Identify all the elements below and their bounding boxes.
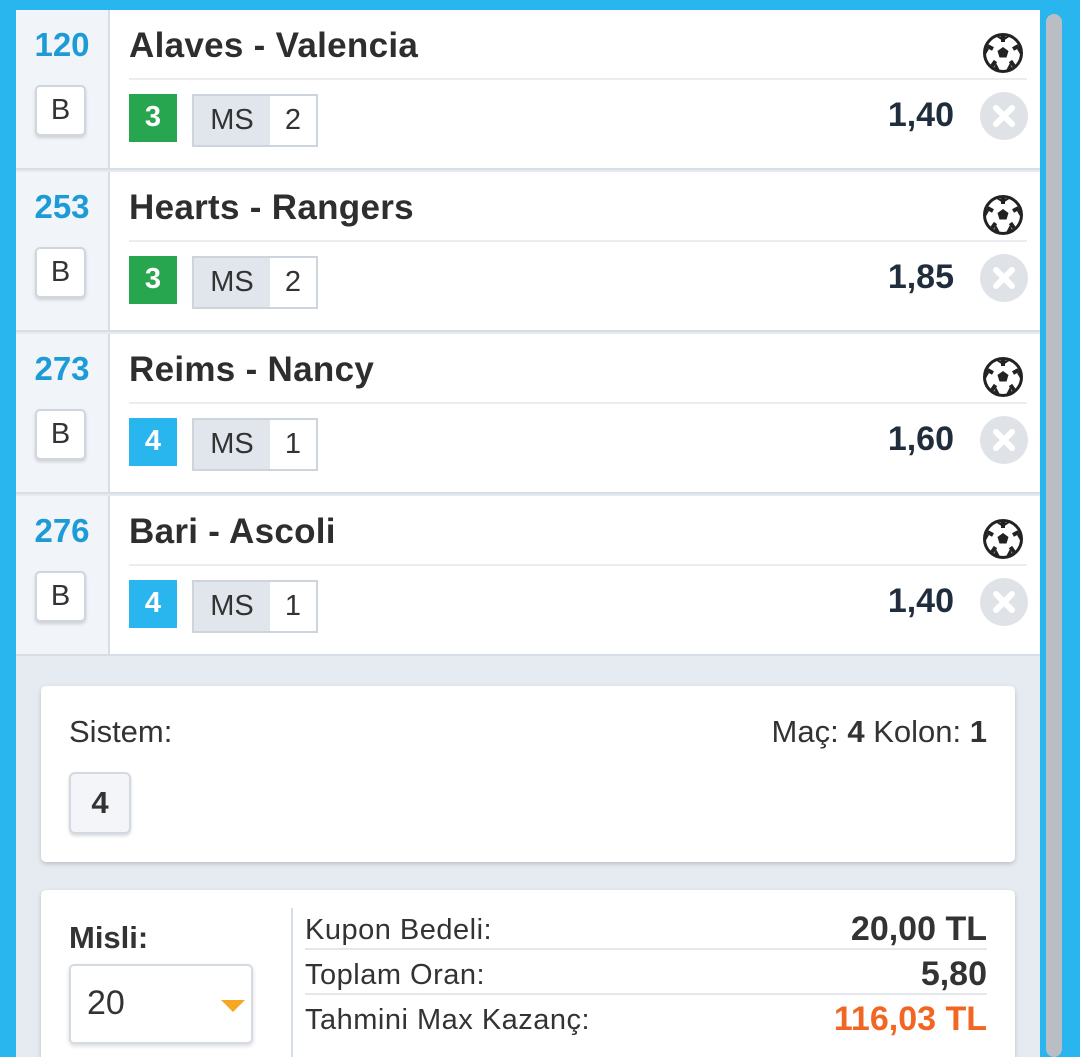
soccer-ball-icon [982, 356, 1024, 398]
match-row[interactable]: 253 B Hearts - Rangers 3 MS 2 1,85 [16, 172, 1040, 332]
match-code: 120 [34, 26, 90, 63]
bet-pick: 2 [284, 266, 302, 298]
match-odd: 1,85 [887, 258, 954, 296]
sistem-label: Sistem: [69, 714, 173, 749]
match-teams: Alaves - Valencia [129, 26, 419, 65]
match-left-column: 273 B [16, 334, 110, 492]
match-left-column: 253 B [16, 172, 110, 330]
bet-type: MS [194, 582, 270, 631]
misli-value: 20 [87, 984, 125, 1022]
max-kazanc-label: Tahmini Max Kazanç: [305, 1004, 591, 1036]
sistem-card: Sistem: Maç: 4 Kolon: 1 4 [41, 686, 1015, 862]
row-divider [129, 402, 1027, 404]
misli-select[interactable]: 20 [69, 964, 253, 1044]
match-odd: 1,40 [887, 582, 954, 620]
kolon-label: Kolon: [873, 714, 962, 749]
close-icon [993, 105, 1015, 127]
match-count-badge: 4 [129, 580, 177, 628]
mac-value: 4 [847, 714, 865, 749]
bet-type: MS [194, 96, 270, 145]
bet-type: MS [194, 258, 270, 307]
remove-match-button[interactable] [980, 416, 1028, 464]
mac-label: Maç: [771, 714, 839, 749]
bet-type: MS [194, 420, 270, 469]
mac-kolon-info: Maç: 4 Kolon: 1 [772, 714, 987, 750]
match-odd: 1,40 [887, 96, 954, 134]
remove-match-button[interactable] [980, 578, 1028, 626]
kupon-bedeli-label: Kupon Bedeli: [305, 914, 493, 946]
scrollbar[interactable] [1046, 14, 1062, 1057]
match-teams: Bari - Ascoli [129, 512, 336, 551]
kupon-bedeli-value: 20,00 TL [850, 910, 987, 948]
match-left-column: 120 B [16, 10, 110, 168]
remove-match-button[interactable] [980, 92, 1028, 140]
close-icon [993, 429, 1015, 451]
sistem-option-button[interactable]: 4 [69, 772, 131, 834]
match-odd: 1,60 [887, 420, 954, 458]
coupon-panel: 120 B Alaves - Valencia 3 MS 2 1,40 253 … [16, 10, 1040, 1057]
match-row[interactable]: 120 B Alaves - Valencia 3 MS 2 1,40 [16, 10, 1040, 170]
bet-selection: MS 2 [192, 94, 318, 147]
bet-pick: 1 [284, 428, 302, 460]
toplam-oran-row: Toplam Oran: 5,80 [305, 953, 987, 995]
remove-match-button[interactable] [980, 254, 1028, 302]
match-code: 253 [34, 188, 90, 225]
row-divider [129, 564, 1027, 566]
bet-pick: 1 [284, 590, 302, 622]
match-row[interactable]: 273 B Reims - Nancy 4 MS 1 1,60 [16, 334, 1040, 494]
bet-selection: MS 2 [192, 256, 318, 309]
caret-down-icon [221, 1000, 245, 1012]
bet-selection: MS 1 [192, 418, 318, 471]
kupon-bedeli-row: Kupon Bedeli: 20,00 TL [305, 908, 987, 950]
banko-button[interactable]: B [35, 85, 86, 136]
row-divider [129, 240, 1027, 242]
close-icon [993, 267, 1015, 289]
banko-button[interactable]: B [35, 571, 86, 622]
kolon-value: 1 [969, 714, 987, 749]
toplam-oran-value: 5,80 [920, 955, 987, 993]
soccer-ball-icon [982, 32, 1024, 74]
match-row[interactable]: 276 B Bari - Ascoli 4 MS 1 1,40 [16, 496, 1040, 656]
banko-button[interactable]: B [35, 409, 86, 460]
max-kazanc-row: Tahmini Max Kazanç: 116,03 TL [305, 998, 987, 1040]
bet-selection: MS 1 [192, 580, 318, 633]
banko-button[interactable]: B [35, 247, 86, 298]
soccer-ball-icon [982, 518, 1024, 560]
match-teams: Hearts - Rangers [129, 188, 414, 227]
match-count-badge: 3 [129, 94, 177, 142]
bet-pick: 2 [284, 104, 302, 136]
match-teams: Reims - Nancy [129, 350, 375, 389]
match-count-badge: 3 [129, 256, 177, 304]
toplam-oran-label: Toplam Oran: [305, 959, 486, 991]
soccer-ball-icon [982, 194, 1024, 236]
misli-summary-card: Misli: 20 Kupon Bedeli: 20,00 TL Toplam … [41, 890, 1015, 1057]
match-left-column: 276 B [16, 496, 110, 654]
match-code: 273 [34, 350, 90, 387]
row-divider [129, 78, 1027, 80]
max-kazanc-value: 116,03 TL [833, 1000, 987, 1038]
vertical-divider [291, 908, 293, 1057]
match-count-badge: 4 [129, 418, 177, 466]
match-code: 276 [34, 512, 90, 549]
close-icon [993, 591, 1015, 613]
misli-label: Misli: [69, 920, 149, 955]
